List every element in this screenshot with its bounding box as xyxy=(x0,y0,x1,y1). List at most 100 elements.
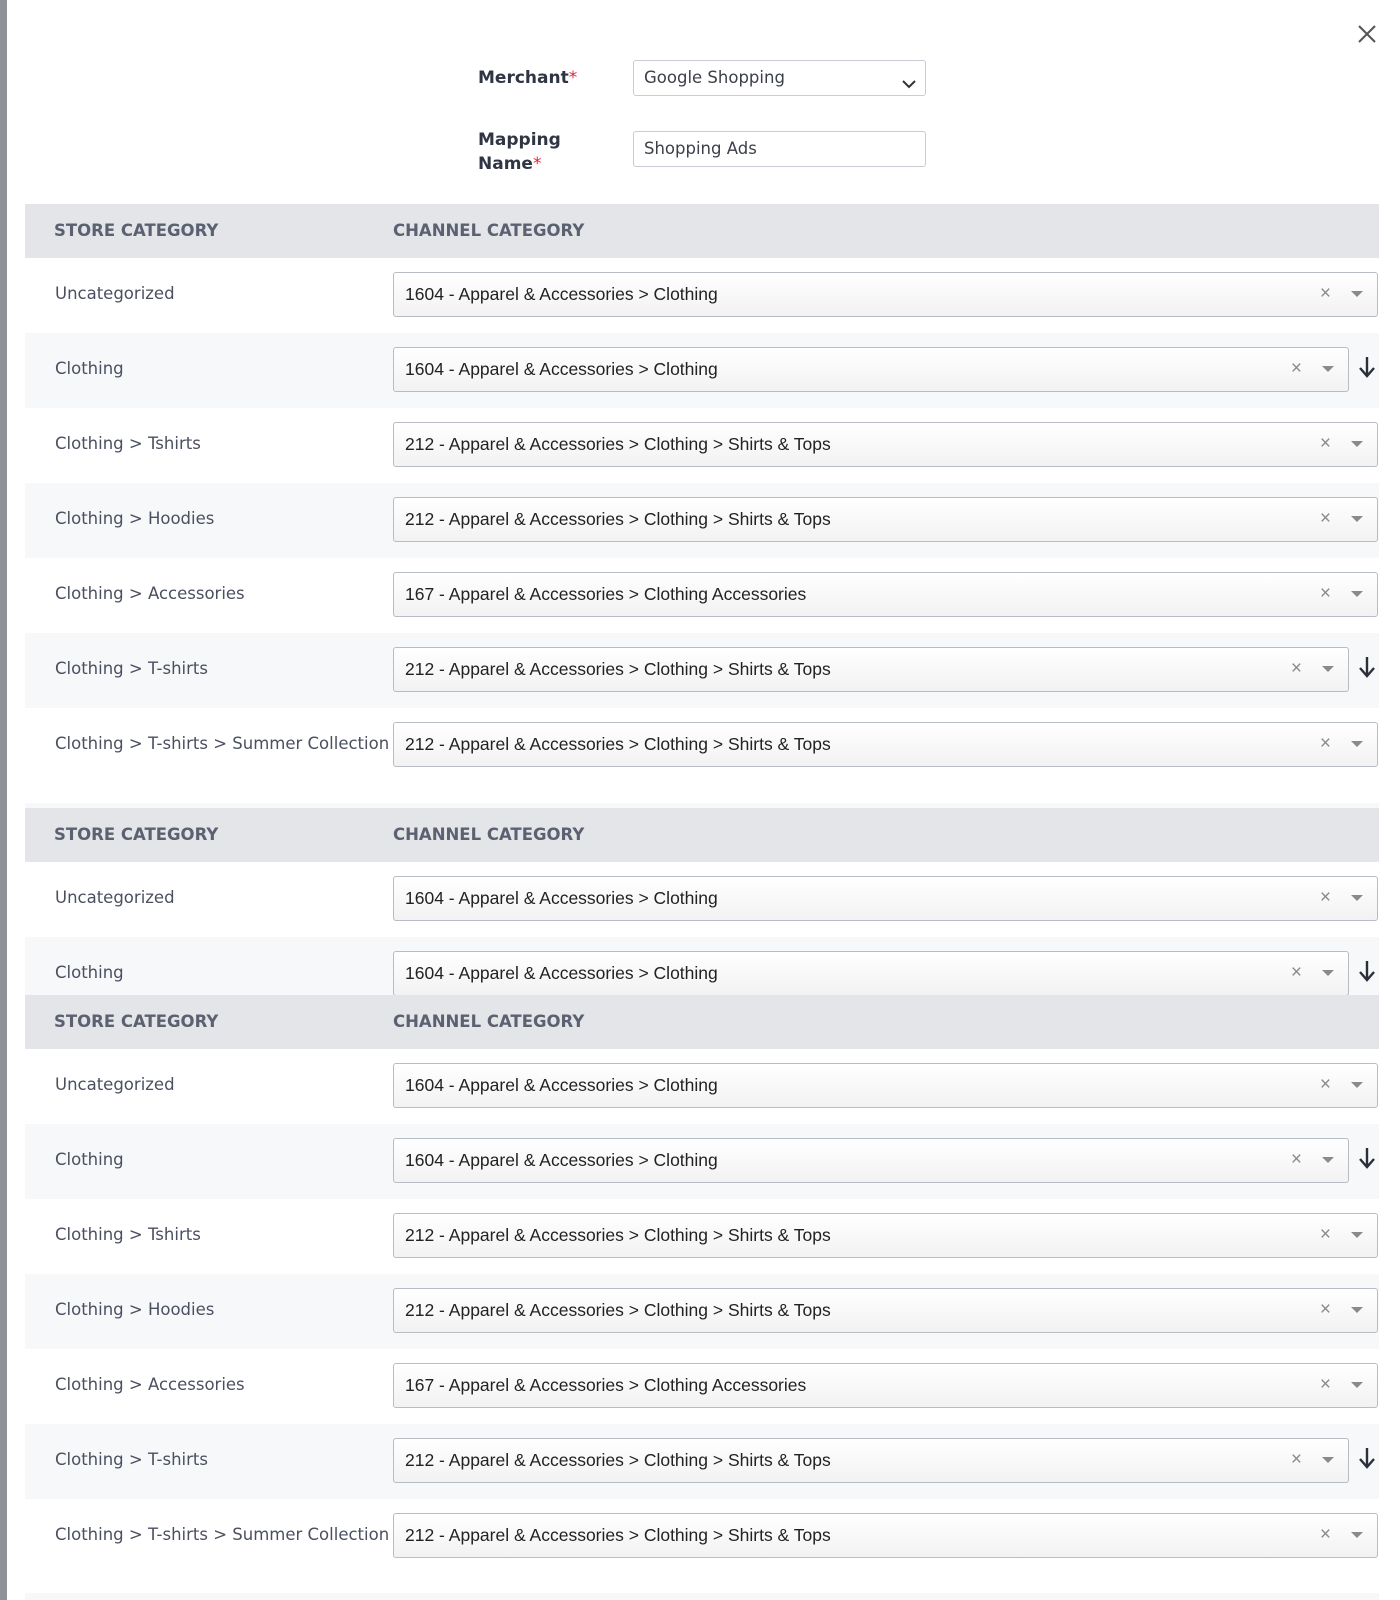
caret-down-icon[interactable] xyxy=(1322,1157,1334,1163)
table-row: Clothing > Accessories 167 - Apparel & Ac… xyxy=(25,1349,1379,1424)
clear-icon[interactable]: × xyxy=(1291,348,1302,390)
store-category-header: STORE CATEGORY xyxy=(54,825,219,844)
channel-category-select[interactable]: 1604 - Apparel & Accessories > Clothing × xyxy=(393,1063,1378,1108)
clear-icon[interactable]: × xyxy=(1320,273,1331,315)
clear-icon[interactable]: × xyxy=(1320,423,1331,465)
caret-down-icon[interactable] xyxy=(1351,291,1363,297)
channel-category-select[interactable]: 1604 - Apparel & Accessories > Clothing × xyxy=(393,1138,1349,1183)
store-category: Clothing > Hoodies xyxy=(55,509,215,528)
caret-down-icon[interactable] xyxy=(1351,591,1363,597)
clear-icon[interactable]: × xyxy=(1291,648,1302,690)
mapping-modal: Merchant* Google Shopping Mapping Name* … xyxy=(7,0,1400,1600)
channel-category-value: 1604 - Apparel & Accessories > Clothing xyxy=(405,1150,718,1170)
chevron-down-icon xyxy=(901,70,917,104)
mapping-name-value: Shopping Ads xyxy=(644,139,757,158)
store-category: Clothing > Hoodies xyxy=(55,1300,215,1319)
caret-down-icon[interactable] xyxy=(1351,1082,1363,1088)
channel-category-value: 212 - Apparel & Accessories > Clothing >… xyxy=(405,734,831,754)
store-category: Clothing > Tshirts xyxy=(55,1225,201,1244)
clear-icon[interactable]: × xyxy=(1320,877,1331,919)
required-mark: * xyxy=(568,68,578,88)
caret-down-icon[interactable] xyxy=(1351,1307,1363,1313)
channel-category-select[interactable]: 1604 - Apparel & Accessories > Clothing × xyxy=(393,272,1378,317)
channel-category-select[interactable]: 1604 - Apparel & Accessories > Clothing × xyxy=(393,347,1349,392)
arrow-down-icon[interactable] xyxy=(1357,1446,1377,1470)
caret-down-icon[interactable] xyxy=(1322,1457,1334,1463)
required-mark: * xyxy=(532,154,542,174)
channel-category-select[interactable]: 167 - Apparel & Accessories > Clothing A… xyxy=(393,572,1378,617)
clear-icon[interactable]: × xyxy=(1320,1514,1331,1556)
table-row: Clothing > Tshirts 212 - Apparel & Access… xyxy=(25,408,1379,483)
clear-icon[interactable]: × xyxy=(1320,723,1331,765)
clear-icon[interactable]: × xyxy=(1291,952,1302,994)
close-icon[interactable] xyxy=(1352,19,1382,49)
channel-category-value: 1604 - Apparel & Accessories > Clothing xyxy=(405,963,718,983)
table-row: Clothing 1604 - Apparel & Accessories > C… xyxy=(25,1124,1379,1199)
clear-icon[interactable]: × xyxy=(1320,498,1331,540)
caret-down-icon[interactable] xyxy=(1351,516,1363,522)
clear-icon[interactable]: × xyxy=(1320,1364,1331,1406)
clear-icon[interactable]: × xyxy=(1320,1064,1331,1106)
store-category: Clothing xyxy=(55,963,124,982)
channel-category-value: 167 - Apparel & Accessories > Clothing A… xyxy=(405,584,807,604)
channel-category-value: 1604 - Apparel & Accessories > Clothing xyxy=(405,284,718,304)
channel-category-header: CHANNEL CATEGORY xyxy=(393,825,585,844)
caret-down-icon[interactable] xyxy=(1351,1532,1363,1538)
channel-category-select[interactable]: 1604 - Apparel & Accessories > Clothing × xyxy=(393,876,1378,921)
store-category: Clothing > T-shirts > Summer Collection xyxy=(55,734,390,753)
table-row: Clothing > T-shirts 212 - Apparel & Acces… xyxy=(25,1424,1379,1499)
channel-category-select[interactable]: 212 - Apparel & Accessories > Clothing >… xyxy=(393,722,1378,767)
channel-category-select[interactable]: 212 - Apparel & Accessories > Clothing >… xyxy=(393,1213,1378,1258)
caret-down-icon[interactable] xyxy=(1322,666,1334,672)
table-row: Uncategorized 1604 - Apparel & Accessorie… xyxy=(25,1049,1379,1124)
channel-category-select[interactable]: 212 - Apparel & Accessories > Clothing >… xyxy=(393,1288,1378,1333)
channel-category-value: 212 - Apparel & Accessories > Clothing >… xyxy=(405,509,831,529)
table-row: Clothing > Hoodies 212 - Apparel & Access… xyxy=(25,483,1379,558)
table-header: STORE CATEGORY CHANNEL CATEGORY xyxy=(25,808,1379,862)
table-header: STORE CATEGORY CHANNEL CATEGORY xyxy=(25,204,1379,258)
caret-down-icon[interactable] xyxy=(1322,970,1334,976)
clear-icon[interactable]: × xyxy=(1291,1439,1302,1481)
table-row: Uncategorized 1604 - Apparel & Accessorie… xyxy=(25,862,1379,937)
caret-down-icon[interactable] xyxy=(1351,441,1363,447)
mapping-name-label-line2: Name xyxy=(478,154,533,174)
store-category: Clothing > Accessories xyxy=(55,1375,245,1394)
arrow-down-icon[interactable] xyxy=(1357,655,1377,679)
channel-category-select[interactable]: 212 - Apparel & Accessories > Clothing >… xyxy=(393,497,1378,542)
channel-category-value: 212 - Apparel & Accessories > Clothing >… xyxy=(405,1450,831,1470)
channel-category-select[interactable]: 167 - Apparel & Accessories > Clothing A… xyxy=(393,1363,1378,1408)
clear-icon[interactable]: × xyxy=(1291,1139,1302,1181)
channel-category-select[interactable]: 212 - Apparel & Accessories > Clothing >… xyxy=(393,647,1349,692)
clear-icon[interactable]: × xyxy=(1320,573,1331,615)
table-row: Clothing > T-shirts 212 - Apparel & Acces… xyxy=(25,633,1379,708)
channel-category-select[interactable]: 212 - Apparel & Accessories > Clothing >… xyxy=(393,422,1378,467)
mapping-name-label: Mapping Name* xyxy=(478,128,598,176)
arrow-down-icon[interactable] xyxy=(1357,355,1377,379)
channel-category-value: 1604 - Apparel & Accessories > Clothing xyxy=(405,359,718,379)
mapping-name-label-line1: Mapping xyxy=(478,130,561,150)
table-row: Uncategorized 1604 - Apparel & Accessorie… xyxy=(25,258,1379,333)
arrow-down-icon[interactable] xyxy=(1357,1146,1377,1170)
table-row: Clothing > Tshirts 212 - Apparel & Access… xyxy=(25,1199,1379,1274)
channel-category-select[interactable]: 212 - Apparel & Accessories > Clothing >… xyxy=(393,1438,1349,1483)
table-row: Clothing 1604 - Apparel & Accessories > C… xyxy=(25,333,1379,408)
arrow-down-icon[interactable] xyxy=(1357,959,1377,983)
table-row: Clothing > Accessories 167 - Apparel & Ac… xyxy=(25,558,1379,633)
caret-down-icon[interactable] xyxy=(1351,1232,1363,1238)
clear-icon[interactable]: × xyxy=(1320,1289,1331,1331)
mapping-name-input[interactable]: Shopping Ads xyxy=(633,131,926,167)
category-mapping-table: STORE CATEGORY CHANNEL CATEGORY Uncategori… xyxy=(25,204,1379,808)
category-mapping-table: STORE CATEGORY CHANNEL CATEGORY Uncategori… xyxy=(25,995,1379,1600)
store-category: Clothing xyxy=(55,1150,124,1169)
store-category-header: STORE CATEGORY xyxy=(54,221,219,240)
clear-icon[interactable]: × xyxy=(1320,1214,1331,1256)
channel-category-select[interactable]: 1604 - Apparel & Accessories > Clothing × xyxy=(393,951,1349,995)
store-category: Clothing > T-shirts > Summer Collection xyxy=(55,1525,390,1544)
caret-down-icon[interactable] xyxy=(1351,895,1363,901)
caret-down-icon[interactable] xyxy=(1322,366,1334,372)
merchant-label-text: Merchant xyxy=(478,68,569,88)
merchant-select[interactable]: Google Shopping xyxy=(633,60,926,96)
caret-down-icon[interactable] xyxy=(1351,741,1363,747)
caret-down-icon[interactable] xyxy=(1351,1382,1363,1388)
channel-category-select[interactable]: 212 - Apparel & Accessories > Clothing >… xyxy=(393,1513,1378,1558)
